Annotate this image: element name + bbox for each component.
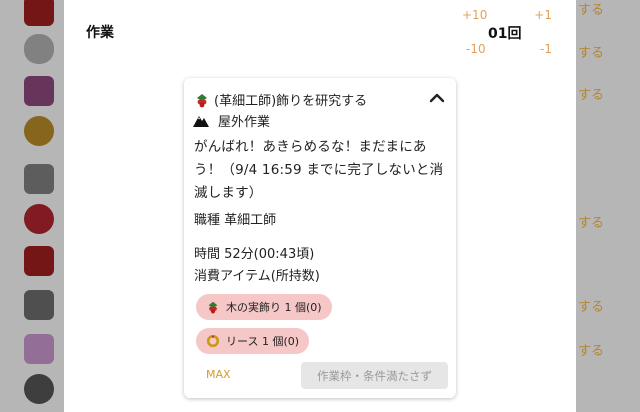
consume-items-label: 消費アイテム(所持数) bbox=[194, 269, 320, 284]
chevron-up-icon bbox=[429, 93, 445, 103]
consume-item-chip[interactable]: リース 1 個(0) bbox=[196, 328, 310, 354]
work-type-row: 屋外作業 bbox=[192, 111, 270, 130]
task-card: (革細工師)飾りを研究する 屋外作業 がんばれ！あきらめるな！まだまにあう！（9… bbox=[184, 78, 456, 398]
minus-ten-button[interactable]: -10 bbox=[466, 42, 486, 56]
minus-one-button[interactable]: -1 bbox=[540, 42, 552, 56]
work-type-label: 屋外作業 bbox=[218, 115, 271, 130]
mountain-icon bbox=[192, 113, 210, 128]
berry-ornament-icon bbox=[206, 300, 220, 314]
max-button[interactable]: MAX bbox=[206, 368, 231, 381]
consume-item-chip[interactable]: 木の実飾り 1 個(0) bbox=[196, 294, 332, 320]
consume-item-label: リース 1 個(0) bbox=[226, 335, 300, 348]
wreath-icon bbox=[206, 334, 220, 348]
consume-item-label: 木の実飾り 1 個(0) bbox=[226, 301, 322, 314]
job-label: 職種 革細工師 bbox=[194, 213, 277, 228]
repeat-count: 01回 bbox=[488, 26, 522, 42]
sheet-title: 作業 bbox=[86, 25, 114, 41]
plus-one-button[interactable]: +1 bbox=[534, 8, 552, 22]
task-header: (革細工師)飾りを研究する bbox=[194, 90, 367, 109]
collapse-button[interactable] bbox=[428, 90, 446, 106]
task-title: (革細工師)飾りを研究する bbox=[214, 94, 368, 109]
repeat-counter: +10 +1 01回 -10 -1 bbox=[462, 8, 552, 62]
time-label: 時間 52分(00:43頃) bbox=[194, 247, 315, 262]
plus-ten-button[interactable]: +10 bbox=[462, 8, 487, 22]
berry-ornament-icon bbox=[194, 92, 210, 108]
task-description: がんばれ！あきらめるな！まだまにあう！（9/4 16:59 までに完了しないと消… bbox=[194, 139, 444, 201]
start-work-button[interactable]: 作業枠・条件満たさず bbox=[301, 362, 448, 389]
